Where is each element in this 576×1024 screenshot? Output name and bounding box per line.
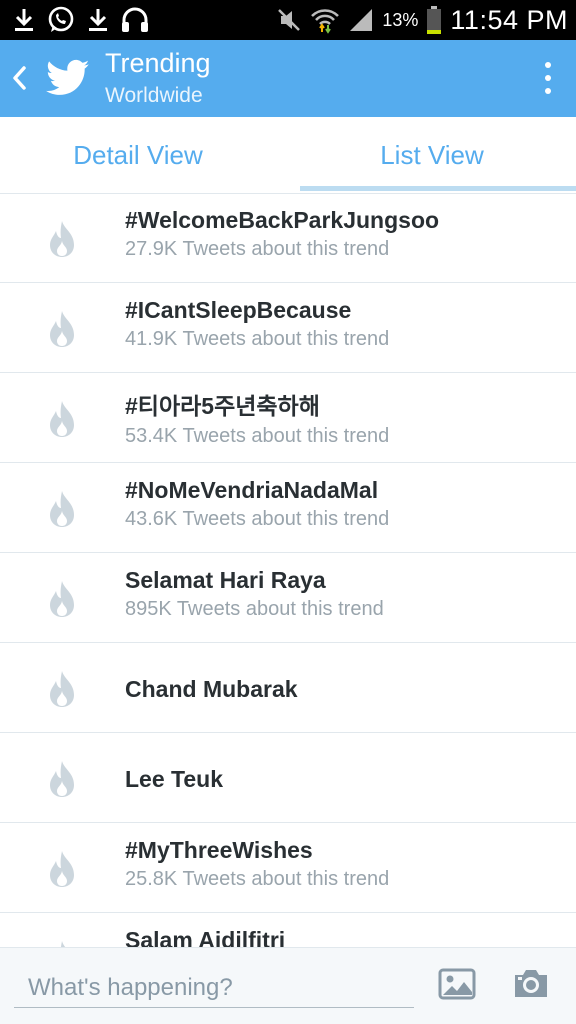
list-item[interactable]: #티아라5주년축하해 53.4K Tweets about this trend bbox=[0, 373, 576, 463]
view-tabs: Detail View List View bbox=[0, 117, 576, 194]
notification-icons bbox=[12, 4, 150, 36]
list-item[interactable]: Chand Mubarak bbox=[0, 643, 576, 733]
chevron-left-icon bbox=[13, 66, 26, 90]
page-subtitle: Worldwide bbox=[105, 84, 203, 107]
flame-icon bbox=[50, 221, 74, 257]
list-item[interactable]: Lee Teuk bbox=[0, 733, 576, 823]
photo-button[interactable] bbox=[438, 968, 476, 1000]
twitter-bird-icon[interactable] bbox=[46, 58, 90, 98]
status-bar: 13% 11:54 PM bbox=[0, 0, 576, 40]
overflow-menu-icon[interactable] bbox=[534, 58, 562, 98]
trend-name: #WelcomeBackParkJungsoo bbox=[125, 207, 440, 233]
trend-name: #NoMeVendriaNadaMal bbox=[125, 477, 379, 503]
flame-icon bbox=[50, 401, 74, 437]
tab-detail-view[interactable]: Detail View bbox=[0, 117, 288, 193]
tab-selected-indicator bbox=[300, 186, 576, 191]
trend-tweet-count: 53.4K Tweets about this trend bbox=[125, 425, 390, 447]
back-button[interactable] bbox=[6, 58, 34, 98]
list-item[interactable]: Salam Aidilfitri bbox=[0, 913, 576, 947]
clock: 11:54 PM bbox=[450, 4, 568, 35]
system-icons: 13% 11:54 PM bbox=[276, 0, 568, 40]
trend-list[interactable]: #WelcomeBackParkJungsoo 27.9K Tweets abo… bbox=[0, 193, 576, 947]
flame-icon bbox=[60, 941, 66, 947]
list-item[interactable]: #MyThreeWishes 25.8K Tweets about this t… bbox=[0, 823, 576, 913]
trend-name: Salam Aidilfitri bbox=[125, 927, 286, 947]
wifi-icon bbox=[311, 9, 340, 34]
whatsapp-icon bbox=[48, 6, 74, 32]
headphones-icon bbox=[122, 7, 148, 32]
flame-icon bbox=[50, 851, 74, 887]
list-item[interactable]: Selamat Hari Raya 895K Tweets about this… bbox=[0, 553, 576, 643]
trend-name: Chand Mubarak bbox=[125, 676, 298, 702]
battery-percent: 13% bbox=[382, 9, 419, 30]
camera-icon bbox=[515, 970, 547, 997]
trend-tweet-count: 895K Tweets about this trend bbox=[125, 598, 384, 620]
list-item[interactable]: #ICantSleepBecause 41.9K Tweets about th… bbox=[0, 283, 576, 373]
page-title: Trending bbox=[105, 48, 211, 78]
compose-placeholder: What's happening? bbox=[28, 974, 233, 1001]
trend-name: #ICantSleepBecause bbox=[125, 297, 352, 323]
trend-name: #티아라5주년축하해 bbox=[125, 393, 320, 419]
compose-input[interactable]: What's happening? bbox=[14, 962, 414, 1008]
trend-name: #MyThreeWishes bbox=[125, 837, 313, 863]
battery-icon bbox=[427, 6, 442, 34]
trend-tweet-count: 41.9K Tweets about this trend bbox=[125, 328, 390, 350]
image-icon bbox=[438, 968, 476, 1000]
flame-icon bbox=[50, 311, 74, 347]
signal-icon bbox=[350, 9, 373, 31]
flame-icon bbox=[50, 761, 74, 797]
download-icon bbox=[89, 9, 107, 31]
mute-icon bbox=[278, 9, 301, 31]
camera-button[interactable] bbox=[512, 966, 550, 1000]
list-item[interactable]: #WelcomeBackParkJungsoo 27.9K Tweets abo… bbox=[0, 193, 576, 283]
tab-list-view[interactable]: List View bbox=[288, 117, 576, 193]
trend-name: Lee Teuk bbox=[125, 766, 223, 792]
trend-tweet-count: 25.8K Tweets about this trend bbox=[125, 868, 390, 890]
download-icon bbox=[15, 9, 33, 31]
compose-bar: What's happening? bbox=[0, 947, 576, 1024]
trend-tweet-count: 43.6K Tweets about this trend bbox=[125, 508, 390, 530]
flame-icon bbox=[50, 581, 74, 617]
action-bar: Trending Worldwide bbox=[0, 40, 576, 117]
flame-icon bbox=[50, 671, 74, 707]
flame-icon bbox=[50, 491, 74, 527]
trend-tweet-count: 27.9K Tweets about this trend bbox=[125, 238, 390, 260]
trend-name: Selamat Hari Raya bbox=[125, 567, 326, 593]
list-item[interactable]: #NoMeVendriaNadaMal 43.6K Tweets about t… bbox=[0, 463, 576, 553]
